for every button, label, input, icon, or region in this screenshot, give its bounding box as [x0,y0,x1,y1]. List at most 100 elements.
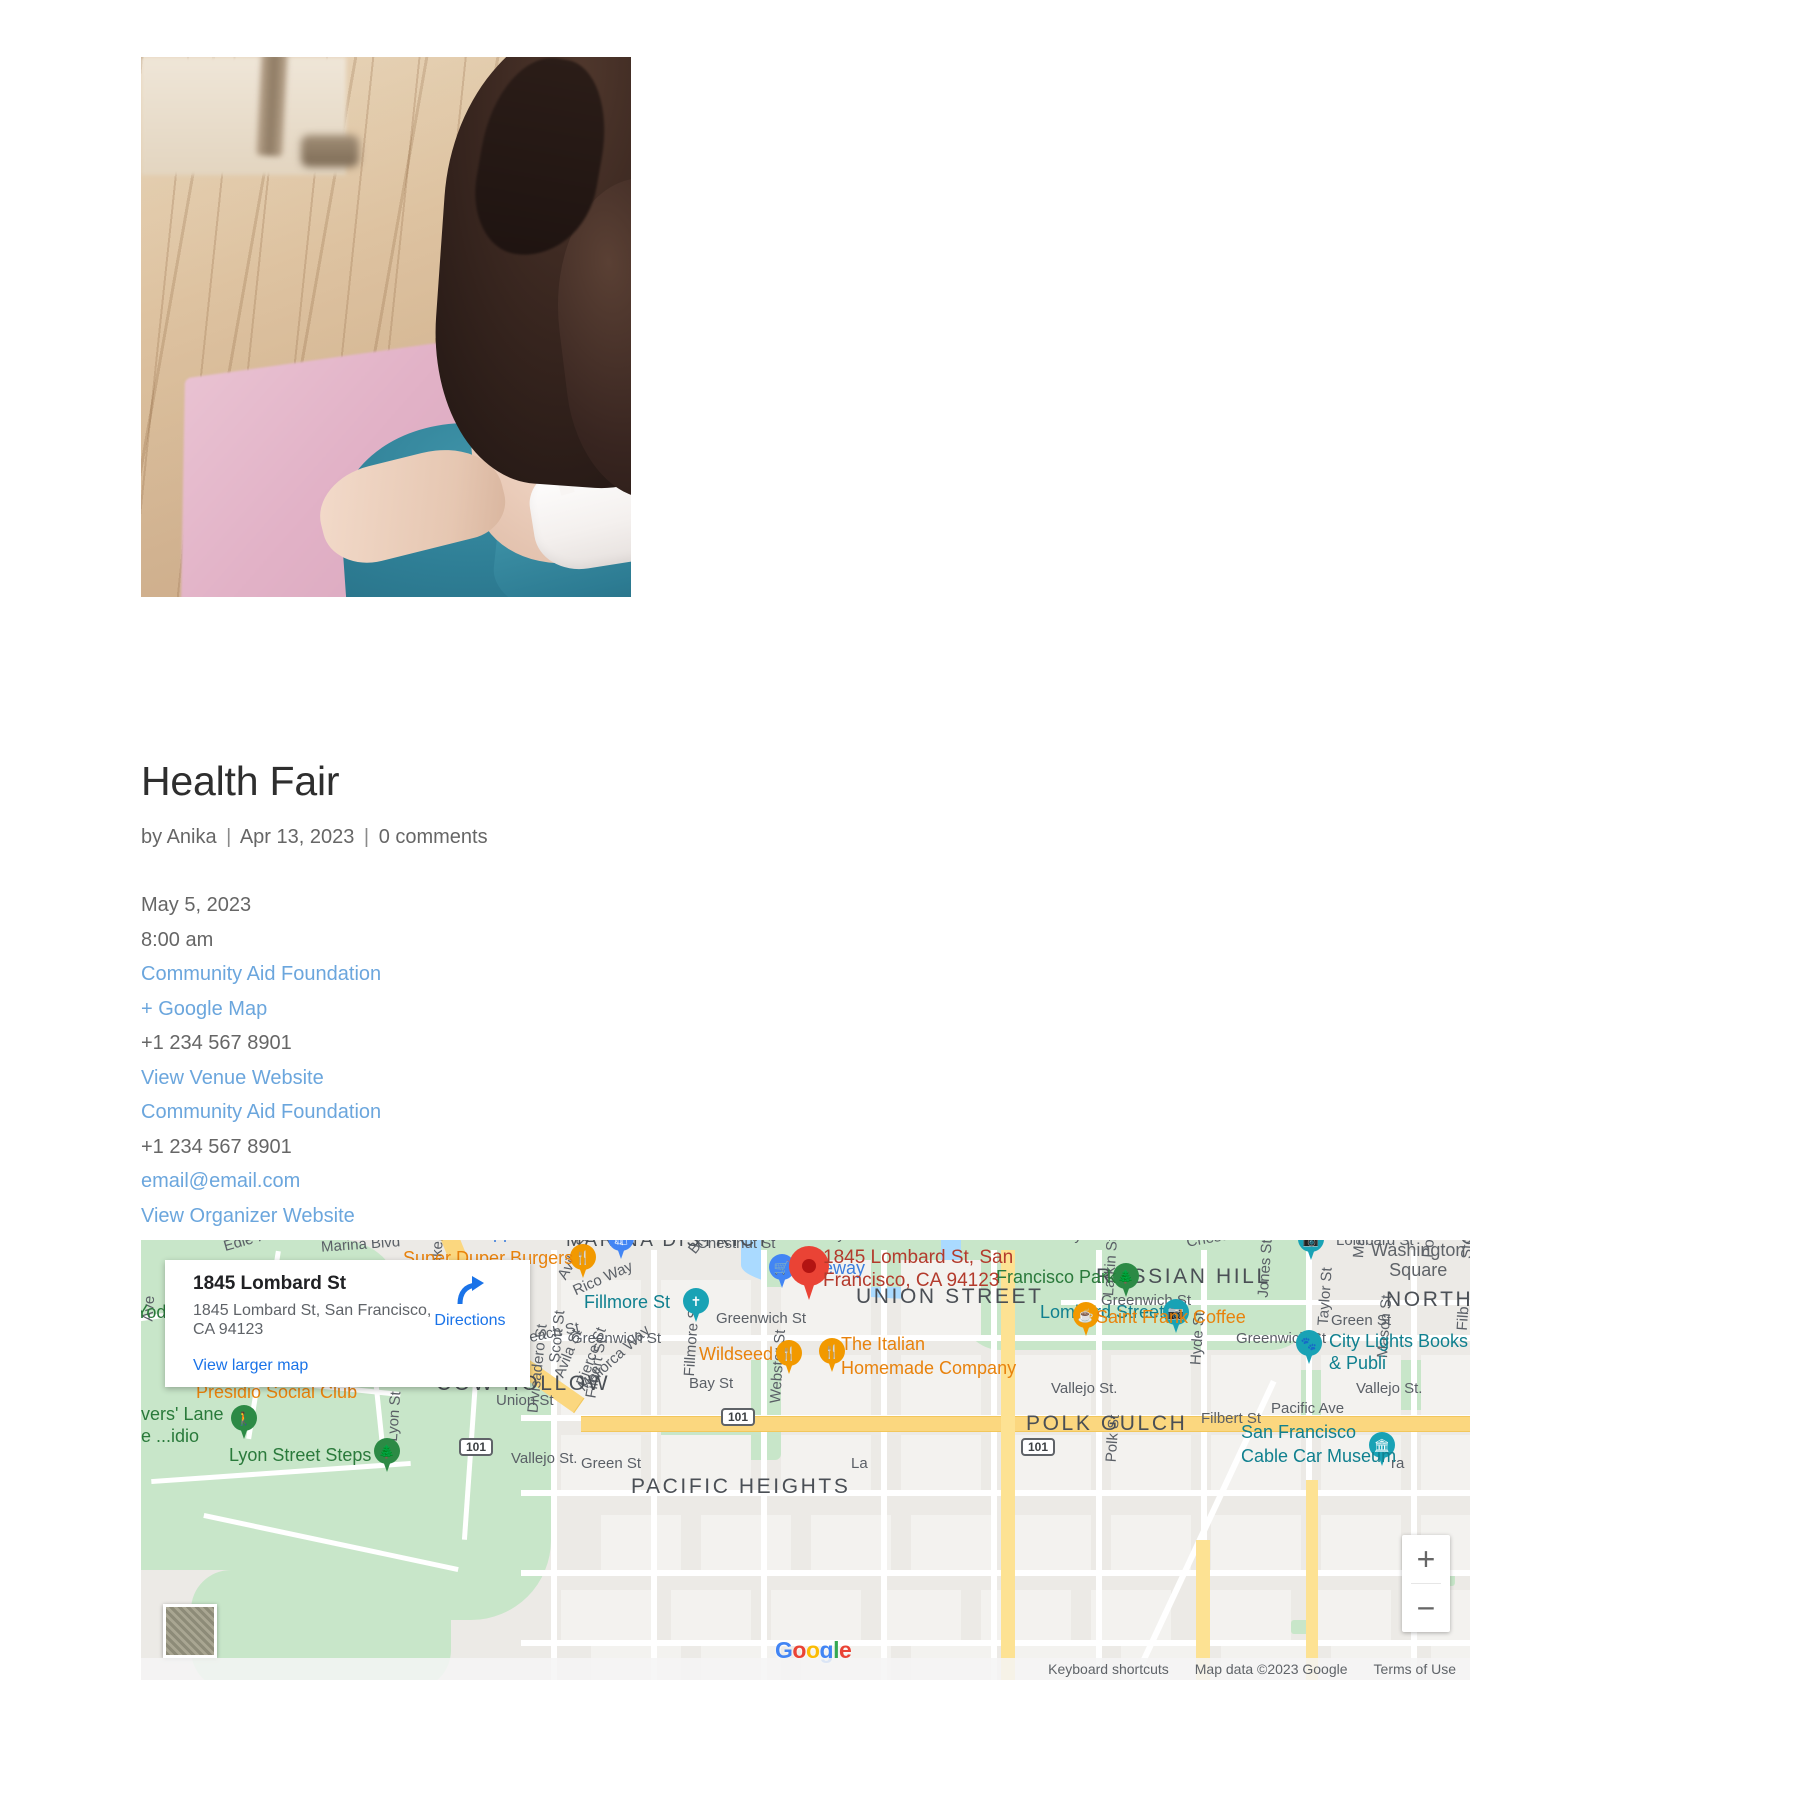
pin-cable-car-museum[interactable]: 🏛 [1369,1432,1395,1466]
organizer-email-link[interactable]: email@email.com [141,1170,300,1192]
map-block [661,1435,751,1490]
map-block [1321,1515,1401,1570]
map-road [1061,1300,1470,1305]
venue-name-link[interactable]: Community Aid Foundation [141,963,381,985]
post-date: Apr 13, 2023 [239,826,355,848]
map-road [761,1250,767,1680]
hiker-icon: 🚶 [235,1410,253,1426]
map-block [1011,1515,1091,1570]
map-block [561,1280,641,1335]
map-marker-primary[interactable] [789,1246,829,1300]
map-highway-vanness [1001,1250,1015,1680]
tree-icon: 🌲 [378,1443,396,1459]
terms-of-use-link[interactable]: Terms of Use [1374,1661,1456,1677]
map-card-address: 1845 Lombard St, San Francisco, CA 94123 [193,1302,432,1338]
directions-button[interactable]: Directions [424,1274,516,1330]
meta-separator-1: | [226,826,232,848]
google-map-embed[interactable]: 101 101 101 Marina Blvd Avila St Rico Wa… [141,1240,1470,1680]
map-block [671,1590,751,1640]
meta-separator-2: | [363,826,370,848]
keyboard-shortcuts-link[interactable]: Keyboard shortcuts [1048,1661,1169,1677]
pin-saint-frank-coffee[interactable]: ☕ [1073,1302,1099,1336]
map-road [651,1250,657,1680]
pin-italian-homemade[interactable]: 🍴 [819,1338,845,1372]
byline-prefix: by [141,826,163,848]
map-block [771,1590,861,1640]
event-date: May 5, 2023 [141,894,252,916]
map-block [1211,1355,1301,1415]
camera-icon: 📷 [1167,1304,1185,1320]
restaurant-icon: 🍴 [574,1249,592,1265]
map-attribution: Keyboard shortcuts Map data ©2023 Google… [141,1658,1470,1680]
page-title: Health Fair [141,758,340,804]
map-block [1421,1435,1470,1490]
pin-cat-cafe[interactable]: 🐾 [1296,1330,1322,1364]
camera-icon: 📷 [1298,1240,1324,1252]
map-block [1111,1515,1191,1570]
pin-lyon-street-steps[interactable]: 🌲 [374,1438,400,1472]
map-data-credit: Map data ©2023 Google [1194,1661,1348,1677]
bag-icon: 🛍 [608,1240,634,1251]
directions-arrow-icon [424,1274,516,1310]
map-road [881,1250,887,1680]
pin-photo-spot[interactable]: 📷 [1298,1240,1324,1260]
pin-lombard-street[interactable]: 📷 [1163,1299,1189,1333]
map-block [1111,1435,1191,1490]
zoom-out-button[interactable]: − [1402,1584,1450,1632]
event-time: 8:00 am [141,928,214,951]
pin-lovers-lane[interactable]: 🚶 [231,1405,257,1439]
map-block [901,1260,981,1335]
map-block [1421,1355,1470,1415]
pin-fillmore-church[interactable]: ✝ [683,1288,709,1322]
map-block [1201,1590,1291,1640]
church-icon: ✝ [690,1293,702,1309]
map-road [551,1250,557,1680]
map-block [901,1435,981,1490]
post-author: Anika [166,826,217,848]
organizer-website-link[interactable]: View Organizer Website [141,1205,355,1227]
venue-phone: +1 234 567 8901 [141,1032,292,1054]
pin-apple-store[interactable]: 🛍 [608,1240,634,1259]
pin-super-duper[interactable]: 🍴 [570,1244,596,1278]
map-zoom-controls[interactable]: + − [1402,1535,1450,1632]
map-block [1311,1590,1391,1640]
google-map-link[interactable]: + Google Map [141,998,267,1020]
map-block [1211,1515,1301,1570]
map-block [1111,1355,1191,1415]
restaurant-icon: 🍴 [780,1345,798,1361]
restaurant-icon: 🍴 [823,1343,841,1359]
map-road [991,1250,997,1680]
map-block [661,1355,751,1415]
tree-icon: 🌲 [1117,1268,1135,1284]
map-block [1321,1355,1401,1415]
page-root: Health Fair by Anika | Apr 13, 2023 | 0 … [0,0,1800,1819]
pin-wildseed[interactable]: 🍴 [776,1340,802,1374]
map-highway-101-lombard [581,1416,1470,1432]
map-block [881,1590,961,1640]
paw-icon: 🐾 [1300,1335,1318,1351]
map-block [561,1435,641,1490]
map-block [601,1515,681,1570]
street-view-thumbnail[interactable] [163,1604,217,1658]
featured-image [141,57,631,597]
directions-label: Directions [434,1312,506,1329]
photo-furniture-base [301,135,359,167]
map-info-card[interactable]: 1845 Lombard St 1845 Lombard St, San Fra… [165,1260,530,1387]
map-block [561,1590,651,1640]
museum-icon: 🏛 [1373,1437,1391,1453]
cup-icon: ☕ [1077,1307,1095,1323]
map-highway-polk [1306,1480,1318,1680]
zoom-in-button[interactable]: + [1402,1535,1450,1583]
map-block [901,1355,981,1415]
pin-francisco-park[interactable]: 🌲 [1113,1263,1139,1297]
map-block [911,1515,991,1570]
map-block [811,1515,891,1570]
post-comment-count: 0 comments [378,826,488,848]
view-larger-map-link[interactable]: View larger map [193,1357,514,1375]
venue-website-link[interactable]: View Venue Website [141,1067,324,1089]
organizer-name-link[interactable]: Community Aid Foundation [141,1101,381,1123]
post-meta: by Anika | Apr 13, 2023 | 0 comments [141,823,488,851]
event-details-list: May 5, 2023 8:00 am Community Aid Founda… [141,888,381,1268]
organizer-phone: +1 234 567 8901 [141,1135,292,1158]
map-block [701,1515,791,1570]
